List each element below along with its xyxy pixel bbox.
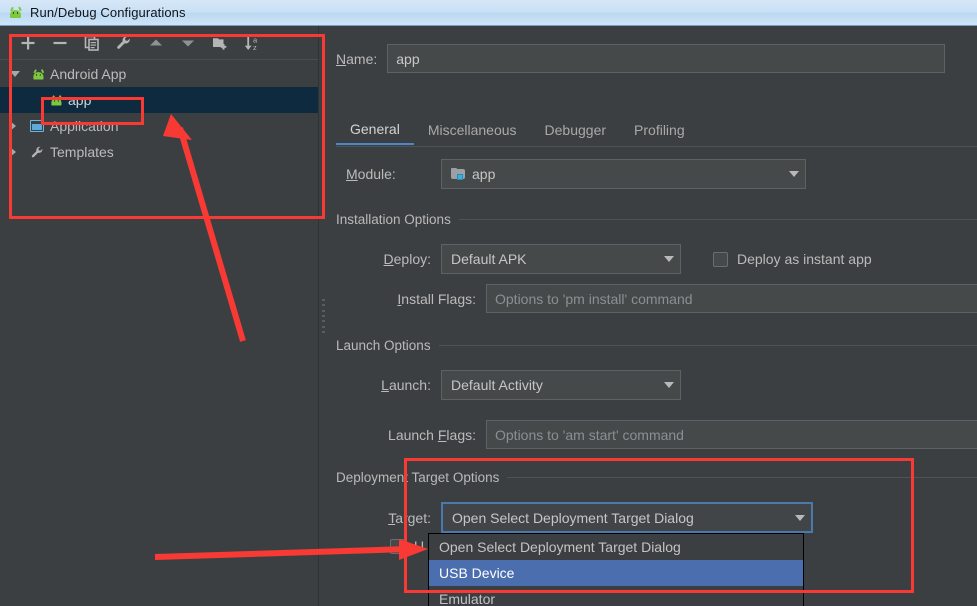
deploy-row: Deploy: Default APK Deploy as instant ap…: [346, 244, 872, 274]
target-value: Open Select Deployment Target Dialog: [452, 509, 694, 526]
deployment-target-options-group: Deployment Target Options: [336, 470, 977, 485]
copy-button[interactable]: [76, 29, 108, 57]
launch-row: Launch: Default Activity: [346, 370, 681, 400]
chevron-right-icon: [10, 121, 16, 131]
android-icon: [45, 95, 65, 106]
launch-label: Launch:: [381, 377, 431, 393]
name-row: Name: app: [336, 44, 946, 73]
tree-item-label: Android App: [50, 66, 127, 82]
window-title: Run/Debug Configurations: [30, 5, 186, 20]
launch-dropdown[interactable]: Default Activity: [441, 370, 681, 400]
chevron-down-icon: [664, 256, 674, 262]
tab-debugger[interactable]: Debugger: [531, 114, 621, 145]
configurations-toolbar: a z: [0, 26, 318, 60]
group-divider: [458, 219, 977, 220]
svg-text:z: z: [253, 43, 257, 52]
new-folder-button[interactable]: [204, 29, 236, 57]
group-divider: [507, 477, 977, 478]
chevron-down-icon: [10, 71, 20, 77]
expand-collapse-toggle[interactable]: [10, 61, 27, 87]
deploy-value: Default APK: [451, 251, 527, 267]
module-label: Module:: [346, 166, 396, 182]
target-dropdown-popup[interactable]: Open Select Deployment Target Dialog USB…: [428, 533, 804, 606]
target-row: Target: Open Select Deployment Target Di…: [346, 502, 813, 533]
folder-icon: [451, 168, 466, 180]
launch-flags-input[interactable]: Options to 'am start' command: [486, 420, 977, 449]
group-title: Launch Options: [336, 338, 431, 353]
add-button[interactable]: [12, 29, 44, 57]
tab-general[interactable]: General: [336, 114, 414, 145]
use-same-device-label: U: [414, 538, 425, 554]
tree-item-application[interactable]: Application: [0, 113, 318, 139]
install-flags-row: Install Flags: Options to 'pm install' c…: [346, 284, 977, 313]
deploy-instant-app-checkbox[interactable]: [713, 251, 728, 267]
tab-miscellaneous[interactable]: Miscellaneous: [414, 114, 531, 145]
deploy-dropdown[interactable]: Default APK: [441, 244, 681, 274]
launch-value: Default Activity: [451, 377, 543, 393]
chevron-down-icon: [664, 382, 674, 388]
dropdown-option-usb-device[interactable]: USB Device: [429, 560, 803, 586]
tree-item-label: Templates: [50, 144, 114, 160]
android-icon: [27, 69, 47, 80]
install-flags-input[interactable]: Options to 'pm install' command: [486, 284, 977, 313]
android-icon: [8, 6, 23, 18]
tree-item-label: app: [68, 92, 92, 108]
window-icon: [27, 120, 47, 132]
chevron-down-icon: [795, 514, 805, 521]
configuration-editor-panel: Name: app General Miscellaneous Debugger…: [328, 26, 977, 606]
use-same-device-row: U: [390, 538, 424, 554]
launch-flags-row: Launch Flags: Options to 'am start' comm…: [346, 420, 977, 449]
installation-options-group: Installation Options: [336, 212, 977, 227]
launch-flags-label: Launch Flags:: [388, 426, 476, 443]
configurations-panel: a z Android App app Application Template…: [0, 26, 318, 606]
tree-item-app[interactable]: app: [0, 87, 318, 113]
deploy-label: Deploy:: [383, 251, 431, 267]
sort-button[interactable]: a z: [236, 29, 268, 57]
group-title: Deployment Target Options: [336, 470, 500, 485]
name-input[interactable]: app: [387, 44, 946, 73]
remove-button[interactable]: [44, 29, 76, 57]
launch-options-group: Launch Options: [336, 338, 977, 353]
move-up-button[interactable]: [140, 29, 172, 57]
dropdown-option-open-select-deployment-target-dialog[interactable]: Open Select Deployment Target Dialog: [429, 534, 803, 560]
move-down-button[interactable]: [172, 29, 204, 57]
wrench-icon-button[interactable]: [108, 29, 140, 57]
use-same-device-checkbox[interactable]: [390, 538, 405, 554]
group-title: Installation Options: [336, 212, 451, 227]
target-dropdown[interactable]: Open Select Deployment Target Dialog: [441, 502, 813, 533]
chevron-down-icon: [789, 171, 799, 177]
configurations-tree[interactable]: Android App app Application Templates: [0, 61, 318, 244]
title-bar: Run/Debug Configurations: [0, 0, 977, 26]
tree-item-label: Application: [50, 118, 119, 134]
tree-item-templates[interactable]: Templates: [0, 139, 318, 165]
chevron-right-icon: [10, 147, 16, 157]
expand-collapse-toggle[interactable]: [10, 139, 27, 165]
module-row: Module: app: [346, 159, 806, 189]
expand-collapse-toggle[interactable]: [10, 113, 27, 139]
install-flags-label: Install Flags:: [397, 290, 476, 307]
run-debug-configurations-dialog: Run/Debug Configurations a z Android App…: [0, 0, 977, 606]
tree-item-android-app[interactable]: Android App: [0, 61, 318, 87]
group-divider: [438, 345, 977, 346]
deploy-instant-app-label: Deploy as instant app: [737, 251, 872, 267]
tab-profiling[interactable]: Profiling: [620, 114, 699, 145]
module-value: app: [472, 166, 496, 182]
name-label: Name:: [336, 50, 378, 67]
module-dropdown[interactable]: app: [441, 159, 806, 189]
wrench-icon: [27, 145, 47, 160]
dropdown-option-emulator[interactable]: Emulator: [429, 586, 803, 606]
editor-tabs[interactable]: General Miscellaneous Debugger Profiling: [336, 114, 977, 147]
splitter-grip: [322, 299, 325, 333]
target-label: Target:: [388, 509, 431, 526]
